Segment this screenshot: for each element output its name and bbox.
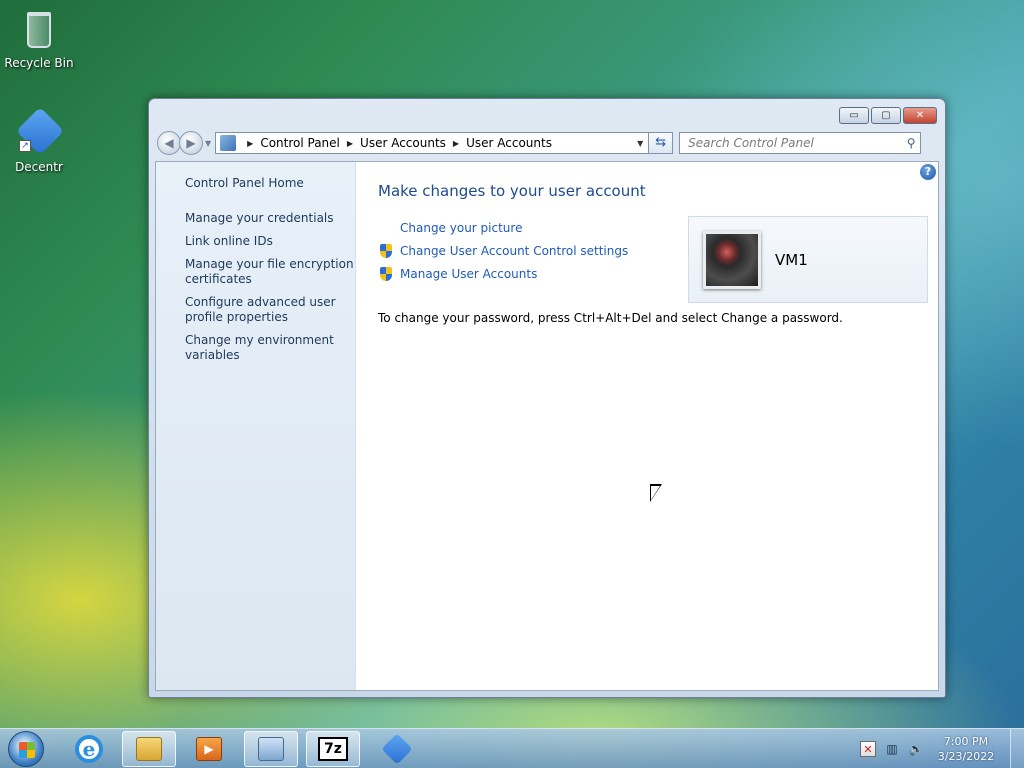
user-account-tile: VM1 (688, 216, 928, 303)
recent-pages-dropdown[interactable]: ▼ (205, 139, 211, 148)
forward-button[interactable]: ▶ (179, 131, 203, 155)
password-note: To change your password, press Ctrl+Alt+… (378, 311, 843, 325)
system-tray: ✕ ▥ 🔈 7:00 PM 3/23/2022 (860, 729, 1024, 768)
refresh-button[interactable]: ⇆ (649, 132, 674, 154)
action-center-flag-icon[interactable]: ✕ (860, 741, 876, 757)
uac-settings-link[interactable]: Change User Account Control settings (400, 244, 628, 258)
forward-arrow-icon: ▶ (186, 136, 196, 150)
control-panel-icon (258, 737, 284, 761)
uac-shield-icon (378, 266, 394, 282)
clock-time: 7:00 PM (943, 735, 989, 748)
windows-logo-icon (19, 742, 35, 758)
taskbar-control-panel[interactable] (244, 731, 298, 767)
close-button[interactable]: ✕ (903, 107, 937, 124)
internet-explorer-icon: e (75, 735, 103, 763)
recycle-bin-icon (19, 6, 59, 52)
decentr-icon: ↗ (15, 106, 65, 156)
volume-icon[interactable]: 🔈 (908, 741, 924, 757)
control-panel-window: ▭ ▢ ✕ ◀ ▶ ▼ ▶ Control Panel ▶ User Accou… (148, 98, 946, 698)
address-dropdown-icon[interactable]: ▼ (632, 139, 648, 148)
7zip-icon: 7z (318, 737, 348, 761)
back-button[interactable]: ◀ (157, 131, 181, 155)
breadcrumb-control-panel[interactable]: Control Panel (260, 136, 340, 150)
taskbar-decentr[interactable] (370, 731, 424, 767)
change-picture-link[interactable]: Change your picture (400, 221, 522, 235)
media-player-icon: ▶ (196, 737, 222, 761)
start-button[interactable] (8, 731, 44, 767)
clock-date: 3/23/2022 (937, 750, 995, 763)
main-pane: ? Make changes to your user account Chan… (356, 162, 938, 690)
desktop-icon-label: Decentr (15, 160, 63, 174)
page-title: Make changes to your user account (378, 182, 646, 200)
user-avatar[interactable] (703, 230, 761, 289)
desktop-icon-recycle-bin[interactable]: Recycle Bin (4, 6, 74, 70)
taskbar: e ▶ 7z ✕ ▥ 🔈 7:00 PM 3/23/2022 (0, 728, 1024, 768)
task-link-credentials[interactable]: Manage your credentials (185, 211, 355, 226)
breadcrumb-separator-icon[interactable]: ▶ (347, 139, 353, 148)
breadcrumb-user-accounts[interactable]: User Accounts (360, 136, 446, 150)
maximize-button[interactable]: ▢ (871, 107, 901, 124)
refresh-icon: ⇆ (655, 135, 667, 150)
breadcrumb-user-accounts-current[interactable]: User Accounts (466, 136, 552, 150)
show-desktop-button[interactable] (1010, 729, 1024, 768)
mouse-cursor-icon (650, 484, 662, 502)
user-name: VM1 (775, 250, 808, 269)
windows-explorer-icon (136, 737, 162, 761)
task-link-advanced-profile[interactable]: Configure advanced user profile properti… (185, 295, 355, 325)
desktop-icon-decentr[interactable]: ↗ Decentr (4, 106, 74, 174)
search-icon[interactable]: ⚲ (902, 136, 920, 150)
back-arrow-icon: ◀ (164, 136, 174, 150)
navigation-bar: ◀ ▶ ▼ ▶ Control Panel ▶ User Accounts ▶ … (157, 131, 937, 155)
desktop-icon-label: Recycle Bin (4, 56, 74, 70)
taskbar-internet-explorer[interactable]: e (62, 731, 116, 767)
search-input[interactable] (688, 136, 903, 150)
breadcrumb-separator-icon[interactable]: ▶ (247, 139, 253, 148)
taskbar-windows-explorer[interactable] (122, 731, 176, 767)
breadcrumb-separator-icon[interactable]: ▶ (453, 139, 459, 148)
taskbar-7zip[interactable]: 7z (306, 731, 360, 767)
address-bar[interactable]: ▶ Control Panel ▶ User Accounts ▶ User A… (215, 132, 650, 154)
left-task-pane: Control Panel Home Manage your credentia… (156, 162, 356, 690)
control-panel-icon (220, 135, 237, 151)
task-link-environment-variables[interactable]: Change my environment variables (185, 333, 355, 363)
window-controls: ▭ ▢ ✕ (839, 107, 937, 124)
decentr-icon (381, 733, 413, 765)
network-icon[interactable]: ▥ (884, 741, 900, 757)
minimize-button[interactable]: ▭ (839, 107, 869, 124)
control-panel-home-link[interactable]: Control Panel Home (185, 176, 355, 190)
task-link-online-ids[interactable]: Link online IDs (185, 234, 355, 249)
clock[interactable]: 7:00 PM 3/23/2022 (932, 734, 1000, 764)
uac-shield-icon (378, 243, 394, 259)
help-icon[interactable]: ? (920, 164, 936, 180)
task-link-encryption-certificates[interactable]: Manage your file encryption certificates (185, 257, 355, 287)
manage-user-accounts-link[interactable]: Manage User Accounts (400, 267, 537, 281)
search-box[interactable]: ⚲ (679, 132, 922, 154)
content-area: Control Panel Home Manage your credentia… (155, 161, 939, 691)
shortcut-arrow-icon: ↗ (19, 140, 31, 152)
taskbar-media-player[interactable]: ▶ (182, 731, 236, 767)
